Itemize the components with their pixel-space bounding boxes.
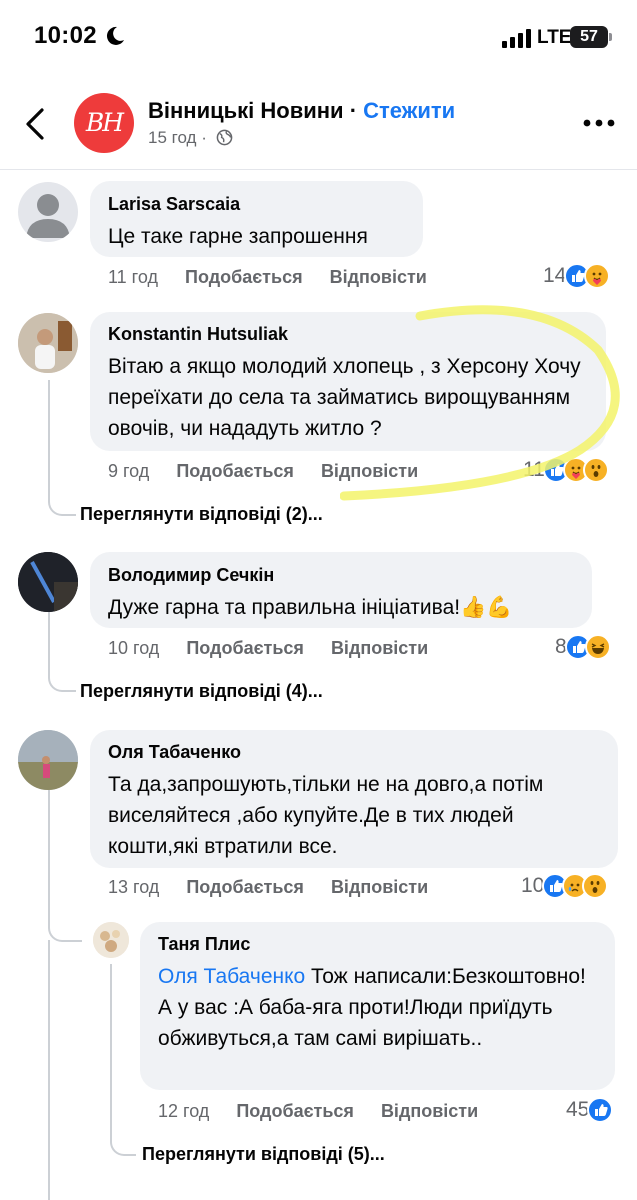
like-icon xyxy=(587,1097,614,1123)
reactions-summary[interactable]: 10 xyxy=(521,871,609,901)
globe-icon xyxy=(216,129,232,146)
thread-line xyxy=(48,380,76,516)
comment-actions: 11 год Подобається Відповісти xyxy=(108,267,427,288)
status-bar: 10:02 LTE 57 xyxy=(0,0,637,78)
reply-button[interactable]: Відповісти xyxy=(331,638,428,658)
battery-icon: 57 xyxy=(570,26,608,48)
comment-actions: 12 год Подобається Відповісти xyxy=(158,1101,478,1122)
reactions-summary[interactable]: 11 xyxy=(523,455,609,485)
comment-text: Дуже гарна та правильна ініціатива!👍💪 xyxy=(108,592,574,623)
haha-icon xyxy=(584,634,611,660)
comment-time: 12 год xyxy=(158,1101,210,1121)
back-chevron-icon[interactable] xyxy=(20,104,52,144)
comment-actions: 13 год Подобається Відповісти xyxy=(108,877,428,898)
comment-author[interactable]: Larisa Sarscaia xyxy=(108,194,405,215)
reply-button[interactable]: Відповісти xyxy=(331,877,428,897)
like-button[interactable]: Подобається xyxy=(185,267,303,287)
comment-text: Вітаю а якщо молодий хлопець , з Херсону… xyxy=(108,355,581,440)
view-replies-link[interactable]: Переглянути відповіді (4)... xyxy=(80,681,323,702)
avatar[interactable] xyxy=(18,552,78,612)
like-button[interactable]: Подобається xyxy=(176,461,294,481)
like-button[interactable]: Подобається xyxy=(186,877,304,897)
post-header: BH Вінницькі Новини · Стежити 15 год · xyxy=(0,78,637,170)
comment-text: Та да,запрошують,тільки не на довго,а по… xyxy=(108,773,544,858)
title-separator: · xyxy=(343,98,364,123)
mention-link[interactable]: Оля Табаченко xyxy=(158,965,305,988)
reactions-summary[interactable]: 45 xyxy=(566,1095,614,1125)
post-time: 15 год xyxy=(148,128,197,147)
reply-button[interactable]: Відповісти xyxy=(381,1101,478,1121)
comment-author[interactable]: Оля Табаченко xyxy=(108,742,600,763)
thread-line xyxy=(48,790,82,942)
reactions-summary[interactable]: 14 xyxy=(543,261,611,291)
reply-bubble: Таня Плис Оля Табаченко Тож написали:Без… xyxy=(140,922,615,1090)
comment-text: Це таке гарне запрошення xyxy=(108,225,368,248)
user-photo-icon xyxy=(93,922,129,958)
reaction-count: 10 xyxy=(521,874,545,897)
care-icon xyxy=(584,263,611,289)
reactions-summary[interactable]: 8 xyxy=(555,632,611,662)
comment-actions: 10 год Подобається Відповісти xyxy=(108,638,428,659)
avatar[interactable] xyxy=(18,730,78,790)
thread-line xyxy=(48,612,76,692)
comment-bubble: Оля Табаченко Та да,запрошують,тільки не… xyxy=(90,730,618,868)
reaction-count: 14 xyxy=(543,264,567,287)
avatar[interactable] xyxy=(93,922,129,958)
emoji: 👍💪 xyxy=(460,596,513,619)
post-meta: 15 год · xyxy=(148,128,233,148)
network-type: LTE xyxy=(537,27,572,48)
like-button[interactable]: Подобається xyxy=(186,638,304,658)
battery-tip xyxy=(609,33,612,41)
comment-time: 13 год xyxy=(108,877,160,897)
comment-author[interactable]: Konstantin Hutsuliak xyxy=(108,324,588,345)
status-time: 10:02 xyxy=(34,22,97,49)
view-replies-link[interactable]: Переглянути відповіді (5)... xyxy=(142,1144,385,1165)
like-button[interactable]: Подобається xyxy=(236,1101,354,1121)
page-name-link[interactable]: Вінницькі Новини xyxy=(148,98,344,123)
cellular-signal-icon xyxy=(502,29,531,48)
comment-text-body: Дуже гарна та правильна ініціатива! xyxy=(108,596,461,619)
comment-time: 10 год xyxy=(108,638,160,658)
comment-bubble: Konstantin Hutsuliak Вітаю а якщо молоди… xyxy=(90,312,606,451)
wow-icon xyxy=(582,457,609,483)
avatar[interactable] xyxy=(18,182,78,242)
thread-line xyxy=(48,940,50,1200)
reaction-count: 45 xyxy=(566,1098,590,1121)
comment-text: Оля Табаченко Тож написали:Безкоштовно!А… xyxy=(158,961,597,1054)
reaction-count: 11 xyxy=(523,458,545,481)
user-photo-icon xyxy=(18,730,78,790)
comment-time: 9 год xyxy=(108,461,150,481)
comment-bubble: Володимир Сечкін Дуже гарна та правильна… xyxy=(90,552,592,628)
reply-button[interactable]: Відповісти xyxy=(330,267,427,287)
do-not-disturb-moon-icon xyxy=(106,26,124,45)
page-title: Вінницькі Новини · Стежити xyxy=(148,98,455,124)
more-options-icon[interactable] xyxy=(582,118,616,128)
default-avatar-icon xyxy=(26,194,70,238)
page-avatar[interactable]: BH xyxy=(74,93,134,153)
comment-bubble: Larisa Sarscaia Це таке гарне запрошення xyxy=(90,181,423,257)
battery-level: 57 xyxy=(580,28,598,45)
avatar[interactable] xyxy=(18,313,78,373)
comment-time: 11 год xyxy=(108,267,158,287)
view-replies-link[interactable]: Переглянути відповіді (2)... xyxy=(80,504,323,525)
comment-actions: 9 год Подобається Відповісти xyxy=(108,461,418,482)
thread-line xyxy=(110,964,136,1156)
wow-icon xyxy=(582,873,609,899)
comment-author[interactable]: Володимир Сечкін xyxy=(108,565,574,586)
comment-author[interactable]: Таня Плис xyxy=(158,934,597,955)
user-photo-icon xyxy=(18,313,78,373)
user-photo-icon xyxy=(18,552,78,612)
reply-button[interactable]: Відповісти xyxy=(321,461,418,481)
follow-button[interactable]: Стежити xyxy=(363,98,455,123)
